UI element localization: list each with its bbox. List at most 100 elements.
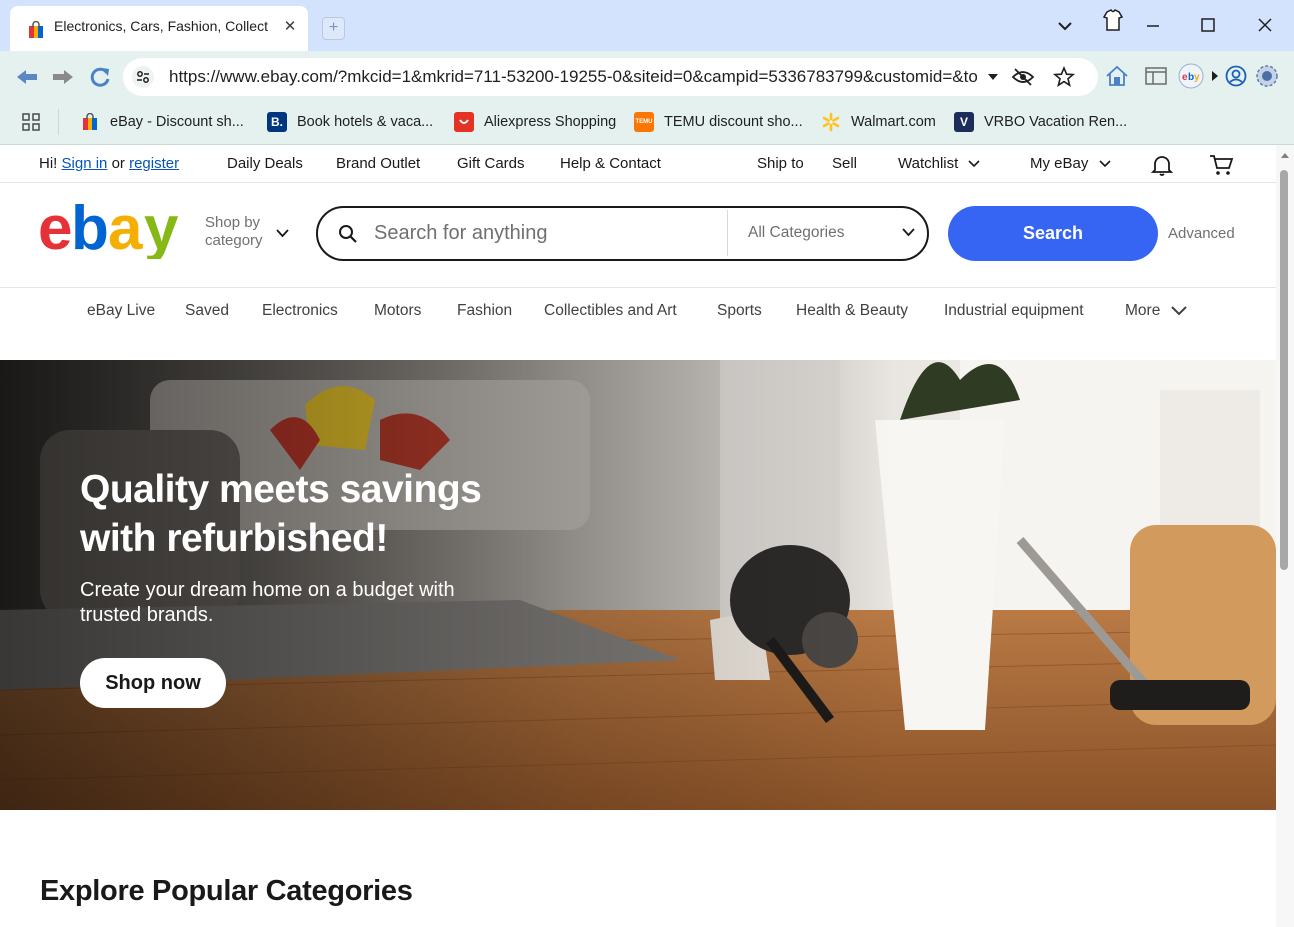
side-panel-icon[interactable] xyxy=(1143,63,1169,89)
help-contact-link[interactable]: Help & Contact xyxy=(560,145,661,183)
category-sports[interactable]: Sports xyxy=(717,288,762,333)
expand-arrow-icon[interactable] xyxy=(1210,63,1220,89)
bookmark-vrbo[interactable]: V VRBO Vacation Ren... xyxy=(954,101,1127,143)
watchlist-menu[interactable]: Watchlist xyxy=(898,145,981,183)
category-collectibles-art[interactable]: Collectibles and Art xyxy=(544,288,677,333)
chevron-down-icon xyxy=(1098,160,1111,168)
bookmark-walmart[interactable]: Walmart.com xyxy=(821,101,936,143)
cart-icon[interactable] xyxy=(1208,153,1234,177)
category-motors[interactable]: Motors xyxy=(374,288,421,333)
sell-link[interactable]: Sell xyxy=(832,145,857,183)
bookmark-label: VRBO Vacation Ren... xyxy=(984,114,1128,130)
hero-banner: Quality meets savings with refurbished! … xyxy=(0,360,1276,810)
vrbo-icon: V xyxy=(954,112,974,132)
sign-in-link[interactable]: Sign in xyxy=(62,155,108,172)
booking-icon: B. xyxy=(267,112,287,132)
browser-tab-ebay[interactable]: Electronics, Cars, Fashion, Collectibles… xyxy=(10,6,308,51)
svg-text:y: y xyxy=(1194,72,1200,83)
section-title: Explore Popular Categories xyxy=(40,875,413,907)
ebay-extension-icon[interactable]: eby xyxy=(1177,63,1204,89)
ebay-logo[interactable]: e b a y xyxy=(38,193,188,259)
apps-grid-icon[interactable] xyxy=(21,112,41,132)
my-ebay-menu[interactable]: My eBay xyxy=(1030,145,1111,183)
bookmark-temu[interactable]: TEMU TEMU discount sho... xyxy=(634,101,803,143)
temu-icon: TEMU xyxy=(634,112,654,132)
aliexpress-icon xyxy=(454,112,474,132)
bookmark-label: Walmart.com xyxy=(851,114,936,130)
tab-title: Electronics, Cars, Fashion, Collectibles… xyxy=(54,18,268,34)
scroll-up-arrow-icon[interactable] xyxy=(1280,151,1290,159)
category-electronics[interactable]: Electronics xyxy=(262,288,338,333)
category-saved[interactable]: Saved xyxy=(185,288,229,333)
svg-text:b: b xyxy=(71,194,107,259)
category-select[interactable]: All Categories xyxy=(748,208,845,258)
site-header: e b a y Shop by category Search for anyt… xyxy=(0,183,1276,288)
bookmark-label: Book hotels & vaca... xyxy=(297,114,434,130)
svg-text:e: e xyxy=(38,194,71,259)
shop-by-category-button[interactable]: Shop by category xyxy=(205,214,275,250)
bookmark-star-icon[interactable] xyxy=(1053,66,1075,88)
category-ebay-live[interactable]: eBay Live xyxy=(87,288,155,333)
home-icon[interactable] xyxy=(1104,63,1130,89)
new-tab-button[interactable]: + xyxy=(322,17,345,40)
minimize-icon[interactable] xyxy=(1138,10,1168,40)
tab-search-chevron-icon[interactable] xyxy=(1050,10,1080,40)
bookmark-label: eBay - Discount sh... xyxy=(110,114,244,130)
advanced-search-link[interactable]: Advanced xyxy=(1168,225,1235,242)
shop-now-button[interactable]: Shop now xyxy=(80,658,226,708)
search-icon xyxy=(338,224,358,244)
svg-text:a: a xyxy=(108,194,143,259)
my-ebay-label: My eBay xyxy=(1030,155,1089,172)
bookmarks-bar: eBay - Discount sh... B. Book hotels & v… xyxy=(0,101,1294,145)
walmart-spark-icon xyxy=(821,112,841,132)
watchlist-label: Watchlist xyxy=(898,155,959,172)
reload-icon[interactable] xyxy=(87,64,113,90)
site-settings-icon[interactable] xyxy=(132,66,154,88)
ship-to-link[interactable]: Ship to xyxy=(757,145,804,183)
chevron-down-icon xyxy=(968,160,981,168)
page-scrollbar[interactable] xyxy=(1276,145,1294,927)
register-link[interactable]: register xyxy=(129,155,179,172)
ebay-page: Hi! Sign in or register Daily Deals Bran… xyxy=(0,145,1276,927)
search-bar[interactable]: Search for anything All Categories xyxy=(316,206,929,261)
shirt-extension-icon[interactable] xyxy=(1098,6,1128,36)
notification-bell-icon[interactable] xyxy=(1150,153,1174,177)
bookmarks-divider xyxy=(58,109,59,135)
dropdown-caret-icon[interactable] xyxy=(986,70,1000,84)
eye-off-icon[interactable] xyxy=(1011,66,1035,88)
gift-cards-link[interactable]: Gift Cards xyxy=(457,145,525,183)
url-text[interactable]: https://www.ebay.com/?mkcid=1&mkrid=711-… xyxy=(169,58,977,96)
bookmark-label: Aliexpress Shopping xyxy=(484,114,617,130)
category-nav: eBay Live Saved Electronics Motors Fashi… xyxy=(0,288,1276,333)
forward-arrow-icon[interactable] xyxy=(50,64,76,90)
bookmark-ebay[interactable]: eBay - Discount sh... xyxy=(80,101,244,143)
category-health-beauty[interactable]: Health & Beauty xyxy=(796,288,908,333)
more-label: More xyxy=(1125,302,1161,319)
maximize-icon[interactable] xyxy=(1193,10,1223,40)
bookmark-label: TEMU discount sho... xyxy=(664,114,803,130)
search-input[interactable]: Search for anything xyxy=(374,208,547,258)
ebay-bag-icon xyxy=(28,21,44,39)
search-divider xyxy=(727,210,728,256)
category-fashion[interactable]: Fashion xyxy=(457,288,512,333)
back-arrow-icon[interactable] xyxy=(14,64,40,90)
search-button[interactable]: Search xyxy=(948,206,1158,261)
tab-close-icon[interactable]: ✕ xyxy=(280,17,300,37)
address-bar[interactable]: https://www.ebay.com/?mkcid=1&mkrid=711-… xyxy=(123,58,1098,96)
daily-deals-link[interactable]: Daily Deals xyxy=(227,145,303,183)
chevron-down-icon xyxy=(1170,306,1187,316)
close-window-icon[interactable] xyxy=(1250,10,1280,40)
bookmark-booking[interactable]: B. Book hotels & vaca... xyxy=(267,101,433,143)
brand-outlet-link[interactable]: Brand Outlet xyxy=(336,145,420,183)
or-text: or xyxy=(111,155,125,172)
bookmark-aliexpress[interactable]: Aliexpress Shopping xyxy=(454,101,616,143)
category-more[interactable]: More xyxy=(1125,288,1187,333)
scrollbar-thumb[interactable] xyxy=(1280,170,1288,570)
category-industrial-equipment[interactable]: Industrial equipment xyxy=(944,288,1084,333)
chevron-down-icon[interactable] xyxy=(902,228,915,237)
settings-gear-icon[interactable] xyxy=(1254,63,1280,89)
greeting: Hi! Sign in or register xyxy=(39,145,179,183)
chevron-down-icon[interactable] xyxy=(276,229,289,238)
hero-subtitle: Create your dream home on a budget with … xyxy=(80,579,455,626)
profile-icon[interactable] xyxy=(1223,63,1249,89)
